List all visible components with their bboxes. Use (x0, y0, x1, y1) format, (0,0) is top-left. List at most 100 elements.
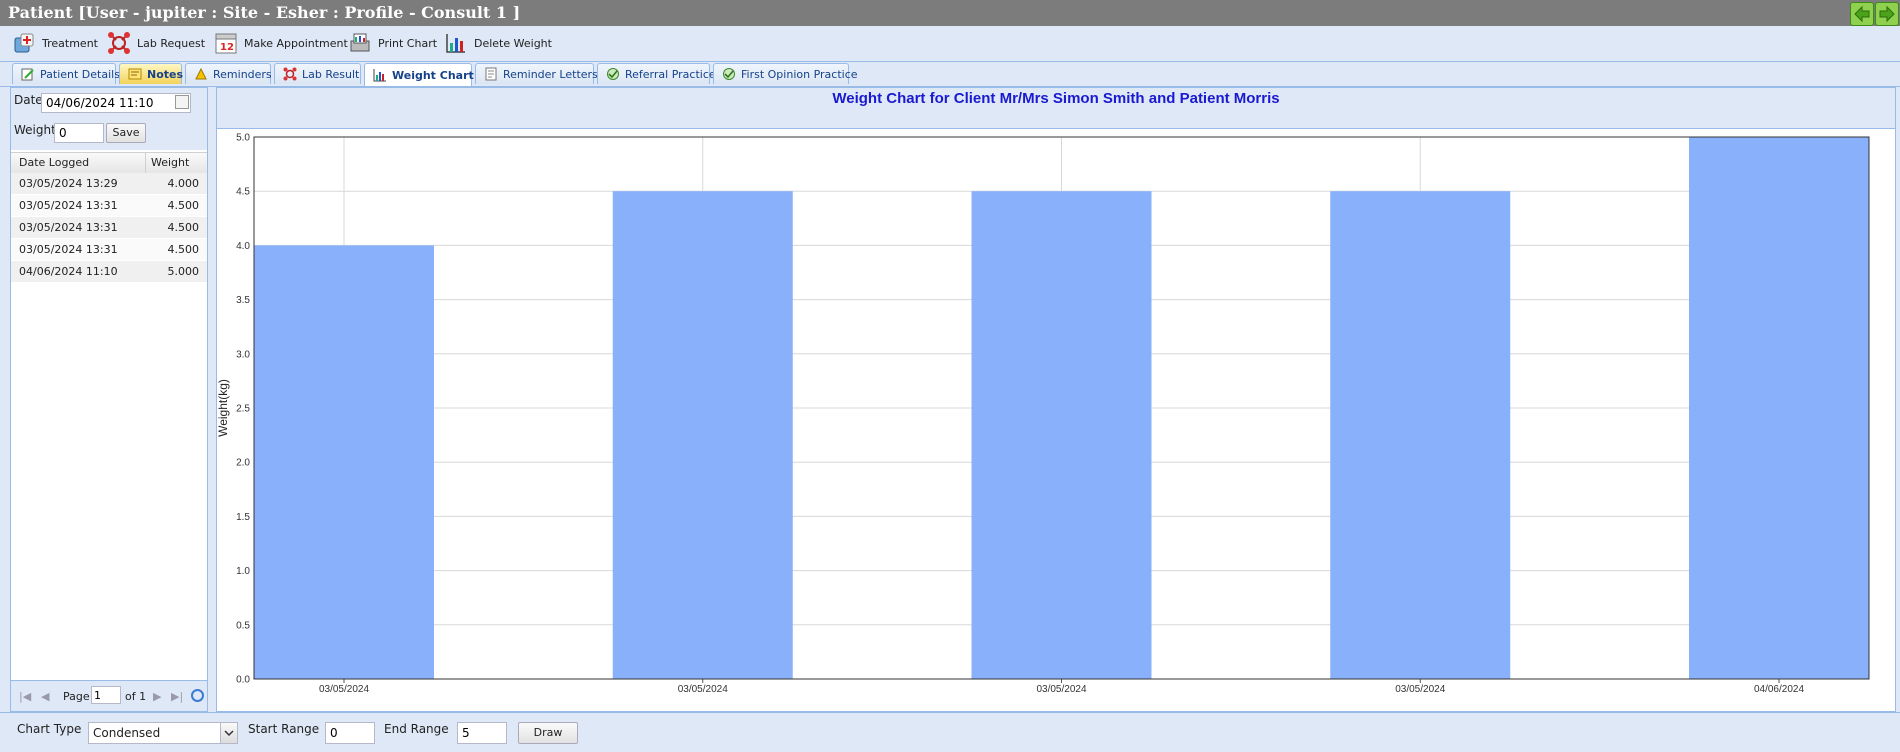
x-tick-label: 03/05/2024 (678, 684, 728, 695)
tab-label: Reminders (213, 67, 272, 81)
treatment-icon (12, 31, 36, 55)
chart-title: Weight Chart for Client Mr/Mrs Simon Smi… (832, 90, 1280, 107)
x-tick-label: 04/06/2024 (1754, 684, 1804, 695)
lab-request-label: Lab Request (137, 36, 206, 50)
window-titlebar: Patient [User - jupiter : Site - Esher :… (0, 0, 1900, 26)
y-tick-label: 5.0 (236, 133, 250, 144)
start-range-label: Start Range (248, 722, 320, 736)
y-tick-label: 0.0 (236, 675, 250, 686)
make-appointment-label: Make Appointment (244, 36, 348, 50)
table-row[interactable]: 03/05/2024 13:31 4.500 (11, 217, 207, 239)
chart-type-select[interactable]: Condensed (88, 722, 238, 744)
table-row[interactable]: 03/05/2024 13:31 4.500 (11, 195, 207, 217)
weight-header[interactable]: Weight (151, 156, 189, 169)
date-picker-icon[interactable] (175, 95, 189, 109)
chart-type-label: Chart Type (17, 722, 82, 736)
lab-request-button[interactable]: Lab Request (107, 30, 205, 56)
tab-weight-chart[interactable]: Weight Chart (364, 63, 474, 86)
weight-label: Weight (14, 123, 56, 137)
window-title: Patient [User - jupiter : Site - Esher :… (8, 3, 521, 22)
tab-strip: Patient Details Notes Reminders Lab Resu… (0, 62, 1900, 87)
chevron-down-icon[interactable] (220, 723, 237, 743)
back-arrow-icon[interactable] (1850, 2, 1874, 26)
page-number-field[interactable] (91, 686, 121, 704)
y-tick-label: 2.0 (236, 458, 250, 469)
treatment-button[interactable]: Treatment (12, 30, 98, 56)
weight-chart-icon (373, 68, 387, 82)
tab-label: Patient Details (40, 67, 120, 81)
refresh-icon[interactable] (191, 689, 204, 702)
chart-type-value: Condensed (93, 726, 161, 740)
column-divider (145, 153, 146, 173)
page-count: of 1 (125, 690, 147, 703)
bar (1689, 137, 1869, 679)
weight-entry-form: Date Weight Save (11, 88, 207, 150)
save-button[interactable]: Save (106, 123, 146, 143)
calendar-icon: 12 (214, 31, 238, 55)
print-chart-label: Print Chart (378, 36, 438, 50)
weight-grid-header: Date Logged Weight (11, 152, 207, 174)
tab-reminders[interactable]: Reminders (185, 63, 272, 84)
tab-notes[interactable]: Notes (119, 63, 183, 84)
y-tick-label: 4.5 (236, 187, 250, 198)
weight-chart-panel: Weight Chart for Client Mr/Mrs Simon Smi… (216, 87, 1896, 712)
row-weight: 4.500 (167, 221, 200, 234)
tab-first-opinion-practice[interactable]: First Opinion Practice (713, 63, 858, 84)
row-date: 03/05/2024 13:31 (19, 243, 118, 256)
table-row[interactable]: 04/06/2024 11:10 5.000 (11, 261, 207, 283)
y-tick-label: 1.5 (236, 512, 250, 523)
first-page-icon[interactable]: |◀ (19, 690, 31, 703)
table-row[interactable]: 03/05/2024 13:29 4.000 (11, 173, 207, 195)
grid-pager: |◀ ◀ Page of 1 ▶ ▶| (11, 680, 207, 711)
table-row[interactable]: 03/05/2024 13:31 4.500 (11, 239, 207, 261)
draw-button[interactable]: Draw (518, 722, 578, 744)
page-label: Page (63, 690, 90, 703)
weight-log-panel: Date Weight Save Date Logged Weight 03/0… (10, 87, 208, 712)
date-field[interactable] (41, 93, 191, 113)
tab-lab-result[interactable]: Lab Result (274, 63, 361, 84)
row-weight: 4.500 (167, 199, 200, 212)
end-range-field[interactable] (457, 722, 507, 744)
end-range-label: End Range (384, 722, 449, 736)
date-logged-header[interactable]: Date Logged (19, 156, 89, 169)
y-axis-label: Weight(kg) (217, 379, 230, 437)
tab-referral-practice[interactable]: Referral Practice (597, 63, 716, 84)
y-tick-label: 3.5 (236, 295, 250, 306)
reminder-letters-icon (484, 67, 498, 81)
reminders-icon (194, 67, 208, 81)
row-date: 03/05/2024 13:31 (19, 199, 118, 212)
tab-reminder-letters[interactable]: Reminder Letters (475, 63, 598, 84)
weight-field[interactable] (54, 123, 104, 143)
tab-label: First Opinion Practice (741, 67, 858, 81)
row-date: 04/06/2024 11:10 (19, 265, 118, 278)
prev-page-icon[interactable]: ◀ (41, 690, 49, 703)
chart-header: Weight Chart for Client Mr/Mrs Simon Smi… (217, 88, 1895, 129)
y-tick-label: 0.5 (236, 620, 250, 631)
last-page-icon[interactable]: ▶| (171, 690, 183, 703)
make-appointment-button[interactable]: 12 Make Appointment (214, 30, 348, 56)
date-label: Date (14, 93, 43, 107)
notes-icon (128, 67, 142, 81)
chart-options-bar: Chart Type Condensed Start Range End Ran… (0, 712, 1900, 752)
print-chart-icon (348, 31, 372, 55)
patient-details-icon (21, 67, 35, 81)
tab-label: Referral Practice (625, 67, 716, 81)
bar (1330, 191, 1511, 679)
weight-bar-chart: 0.0 0.5 1.0 1.5 2.0 2.5 3.0 3.5 4.0 4.5 5.0 03/05/2… (217, 133, 1870, 695)
row-weight: 5.000 (167, 265, 200, 278)
delete-weight-label: Delete Weight (474, 36, 552, 50)
x-tick-label: 03/05/2024 (1036, 684, 1086, 695)
tab-patient-details[interactable]: Patient Details (12, 63, 120, 84)
y-tick-label: 2.5 (236, 404, 250, 415)
y-tick-label: 3.0 (236, 349, 250, 360)
print-chart-button[interactable]: Print Chart (348, 30, 437, 56)
lab-result-icon (283, 67, 297, 81)
delete-weight-button[interactable]: Delete Weight (444, 30, 552, 56)
next-page-icon[interactable]: ▶ (153, 690, 161, 703)
bar (971, 191, 1152, 679)
row-weight: 4.500 (167, 243, 200, 256)
treatment-label: Treatment (42, 36, 98, 50)
forward-arrow-icon[interactable] (1875, 2, 1899, 26)
start-range-field[interactable] (325, 722, 375, 744)
tab-label: Reminder Letters (503, 67, 598, 81)
